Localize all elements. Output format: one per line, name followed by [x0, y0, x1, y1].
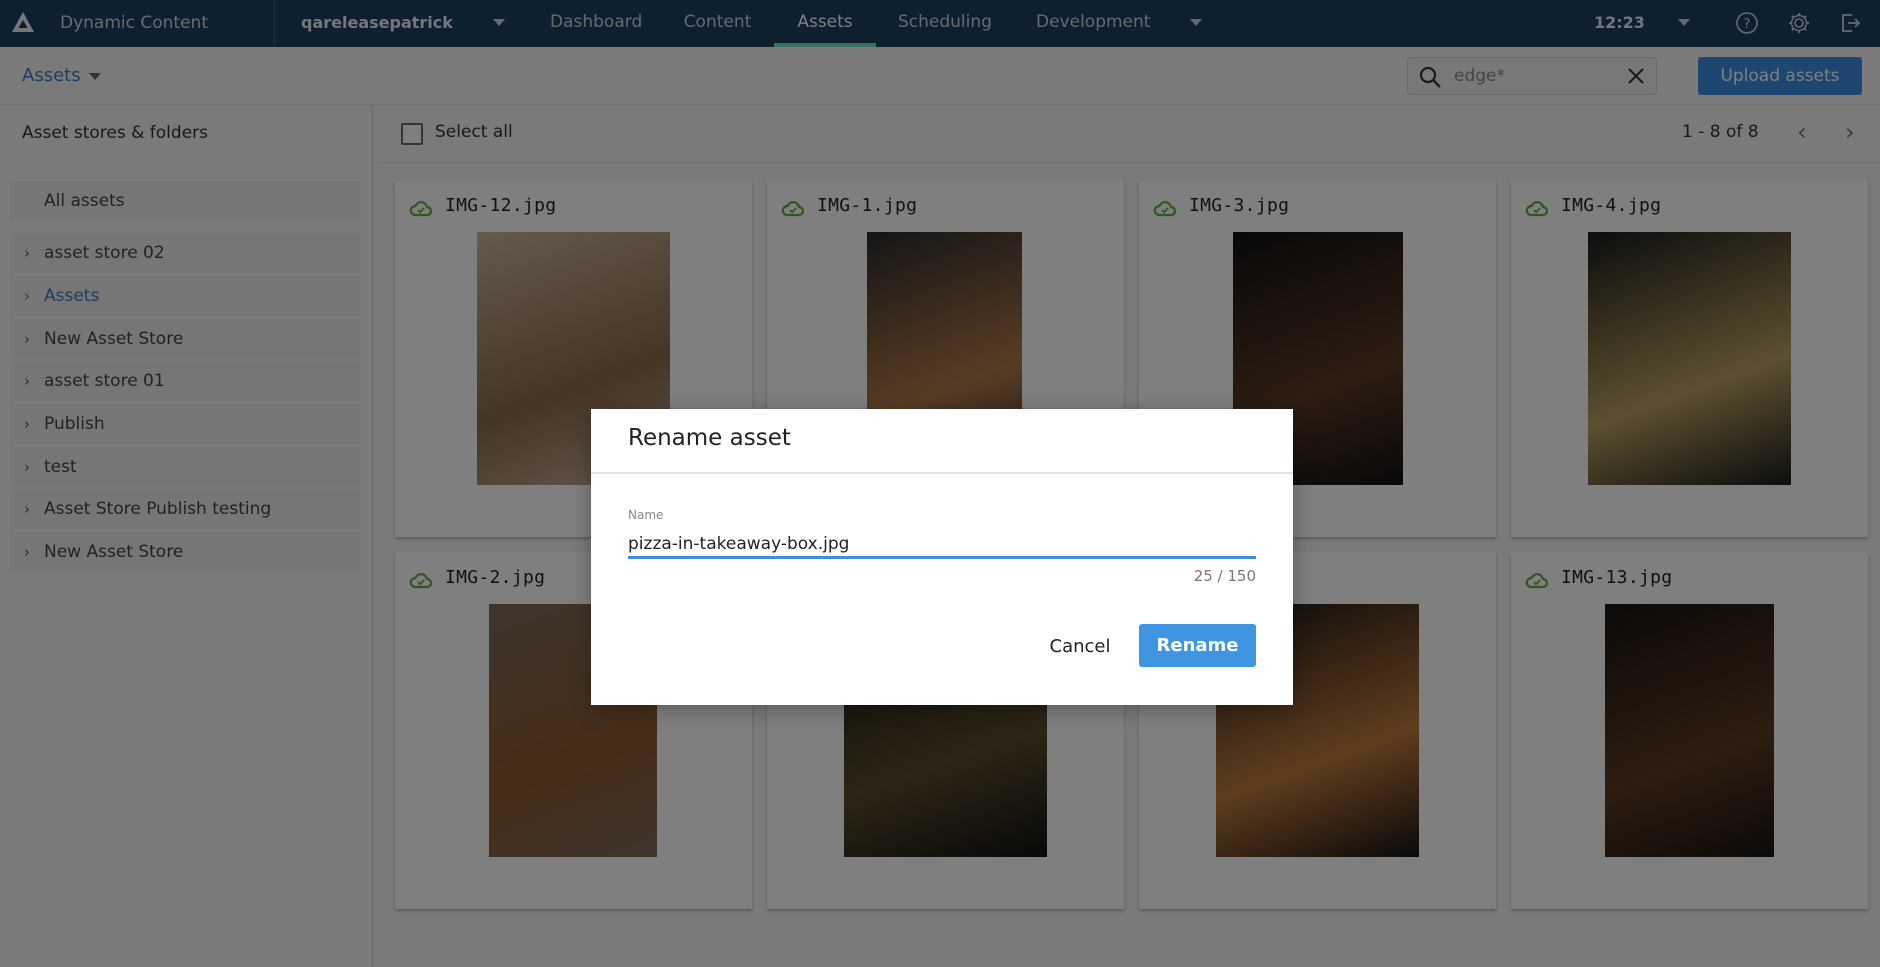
name-input[interactable] — [628, 531, 1256, 559]
dialog-title: Rename asset — [628, 425, 791, 451]
cancel-button[interactable]: Cancel — [1038, 627, 1122, 667]
dialog-divider — [591, 472, 1293, 474]
rename-asset-dialog: Rename asset Name 25 / 150 Cancel Rename — [591, 409, 1293, 705]
rename-button[interactable]: Rename — [1139, 624, 1256, 667]
character-counter: 25 / 150 — [1193, 567, 1256, 585]
name-field-label: Name — [628, 508, 664, 522]
